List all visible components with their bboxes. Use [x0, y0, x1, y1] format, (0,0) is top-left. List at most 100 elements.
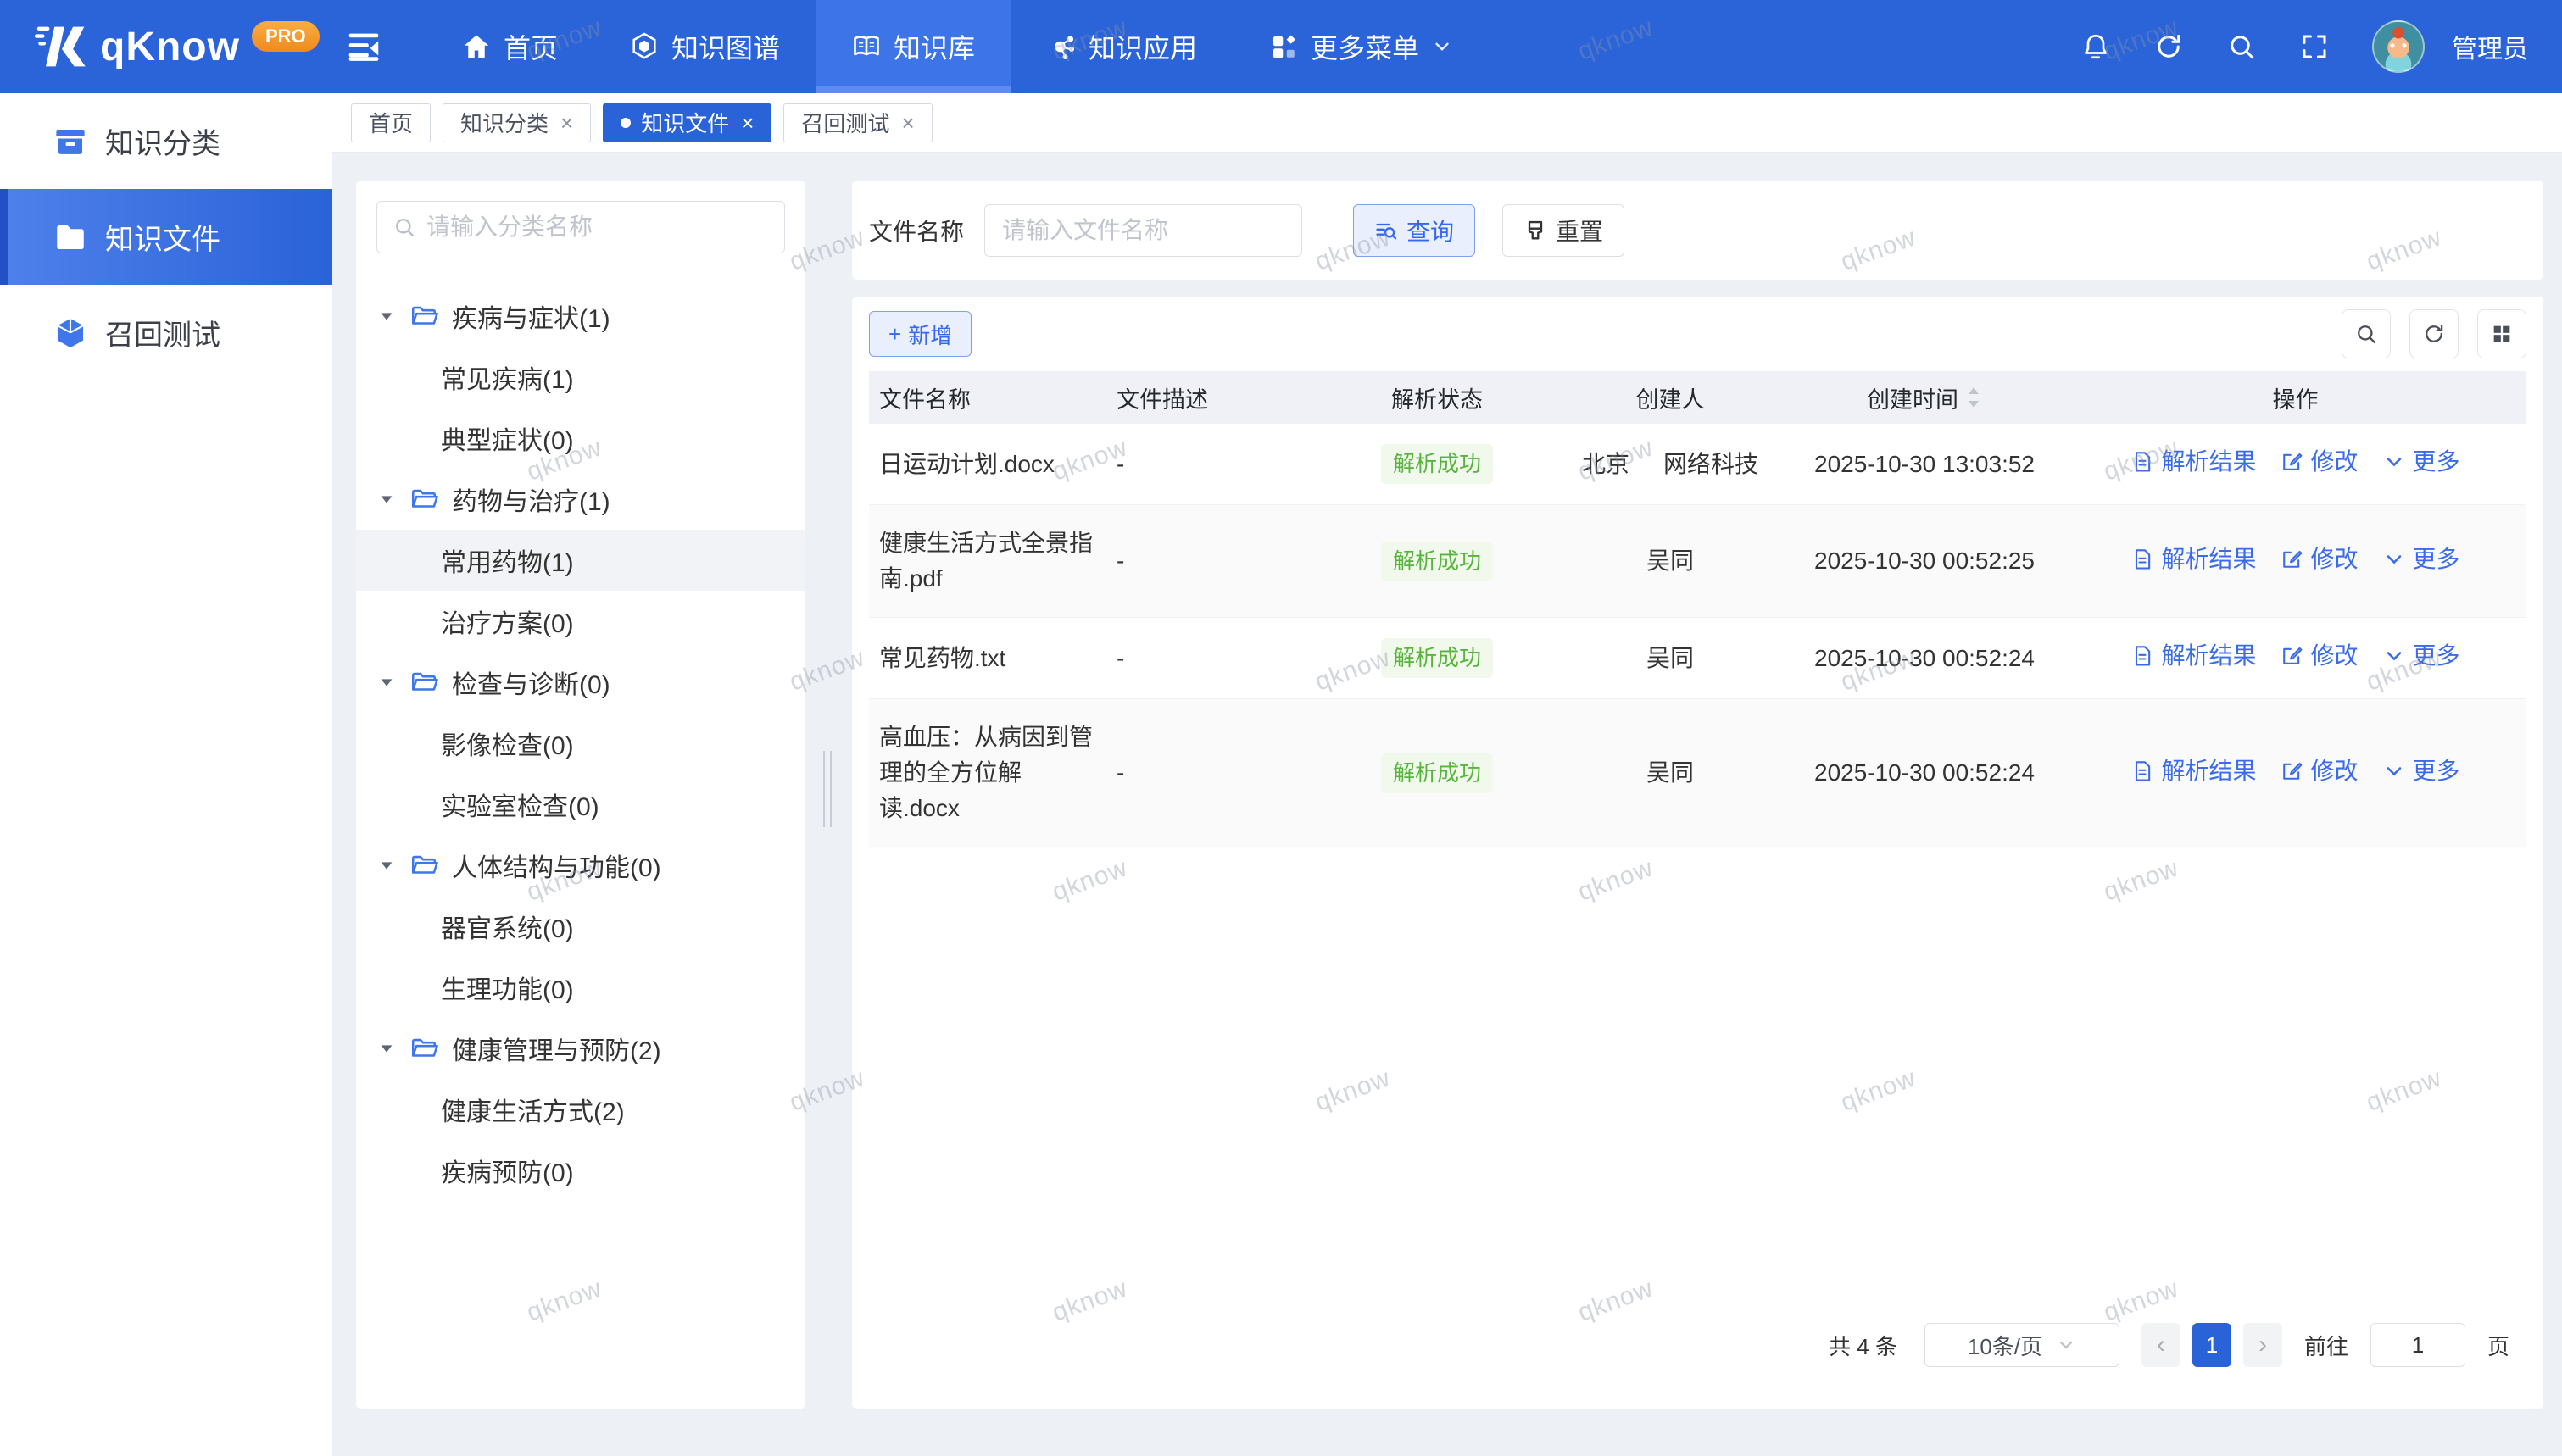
tree-node-label: 治疗方案(0) [441, 603, 574, 640]
plus-icon: + [888, 321, 901, 347]
current-page-button[interactable]: 1 [2192, 1323, 2231, 1367]
nav-item-more-menu[interactable]: 更多菜单 [1233, 0, 1489, 93]
page-size-select[interactable]: 10条/页 [1924, 1323, 2119, 1367]
tree-node-3[interactable]: 药物与治疗(1) [356, 469, 805, 530]
prev-page-button[interactable]: ‹ [2141, 1323, 2180, 1367]
parse-result-link[interactable]: 解析结果 [2130, 638, 2256, 674]
tab-label: 知识分类 [460, 107, 549, 138]
nav-item-home[interactable]: 首页 [426, 0, 593, 93]
parse-result-link[interactable]: 解析结果 [2130, 444, 2256, 480]
table-toolbar: + 新增 [852, 297, 2543, 371]
tree-node-0[interactable]: 疾病与症状(1) [356, 286, 805, 347]
category-icon [53, 124, 88, 159]
chevron-down-icon [2382, 450, 2406, 474]
creator-cell: 吴同 [1556, 641, 1785, 676]
search-icon[interactable] [2226, 31, 2257, 62]
tree-node-14[interactable]: 疾病预防(0) [356, 1140, 805, 1201]
next-page-button[interactable]: › [2243, 1323, 2282, 1367]
folder-open-icon [409, 1034, 438, 1063]
file-name-input[interactable] [984, 204, 1302, 257]
reset-button[interactable]: 重置 [1502, 204, 1624, 257]
refresh-icon[interactable] [2153, 31, 2184, 62]
edit-link[interactable]: 修改 [2280, 444, 2358, 480]
more-link[interactable]: 更多 [2382, 753, 2460, 789]
tab-1[interactable]: 知识分类 × [443, 103, 591, 142]
workspace: 疾病与症状(1) 常见疾病(1) 典型症状(0) 药物与治疗(1)常用药物(1) 治疗方… [332, 153, 2562, 1456]
app-sidebar: 知识分类知识文件召回测试 [0, 93, 332, 1456]
caret-down-icon[interactable] [377, 490, 396, 508]
tree-node-label: 典型症状(0) [441, 420, 574, 457]
sidebar-item-label: 知识文件 [105, 216, 220, 258]
brush-icon [1523, 219, 1547, 242]
user-name[interactable]: 管理员 [2452, 28, 2528, 65]
parse-result-link[interactable]: 解析结果 [2130, 542, 2256, 577]
column-header-4[interactable]: 创建时间 [1785, 381, 2064, 414]
nav-item-knowledge-graph[interactable]: 知识图谱 [593, 0, 816, 93]
parse-result-link[interactable]: 解析结果 [2130, 753, 2256, 789]
caret-down-icon[interactable] [377, 307, 396, 325]
creator-text: 北京 [1582, 451, 1629, 477]
close-icon[interactable]: × [741, 112, 754, 134]
tree-node-7[interactable]: 影像检查(0) [356, 713, 805, 774]
sidebar-item-cube[interactable]: 召回测试 [0, 285, 332, 381]
file-desc-cell: - [1106, 755, 1318, 791]
tree-node-12[interactable]: 健康管理与预防(2) [356, 1018, 805, 1079]
user-avatar[interactable] [2372, 20, 2425, 73]
tab-0[interactable]: 首页 [351, 103, 431, 142]
tree-node-9[interactable]: 人体结构与功能(0) [356, 835, 805, 896]
column-header-5: 操作 [2064, 381, 2526, 414]
tree-node-label: 疾病与症状(1) [452, 297, 610, 335]
tab-2[interactable]: 知识文件× [603, 103, 771, 142]
column-label: 文件描述 [1117, 387, 1208, 413]
table-search-button[interactable] [2342, 309, 2391, 358]
column-header-2: 解析状态 [1318, 381, 1556, 414]
nav-item-label: 首页 [504, 27, 558, 66]
close-icon[interactable]: × [901, 112, 914, 134]
tree-search-input[interactable] [426, 214, 769, 241]
collapse-menu-icon[interactable] [344, 27, 383, 66]
sidebar-item-category[interactable]: 知识分类 [0, 93, 332, 189]
table-refresh-button[interactable] [2409, 309, 2459, 358]
tree-node-6[interactable]: 检查与诊断(0) [356, 652, 805, 713]
nav-item-knowledge-base[interactable]: 知识库 [816, 0, 1011, 93]
tree-node-1[interactable]: 常见疾病(1) [356, 347, 805, 408]
tree-node-10[interactable]: 器官系统(0) [356, 896, 805, 957]
column-label: 操作 [2273, 387, 2319, 413]
tree-node-2[interactable]: 典型症状(0) [356, 408, 805, 469]
edit-link[interactable]: 修改 [2280, 638, 2358, 674]
edit-link[interactable]: 修改 [2280, 542, 2358, 577]
tree-node-5[interactable]: 治疗方案(0) [356, 591, 805, 652]
add-file-button[interactable]: + 新增 [869, 311, 972, 357]
query-button[interactable]: 查询 [1353, 204, 1475, 257]
tree-node-11[interactable]: 生理功能(0) [356, 957, 805, 1018]
tree-node-13[interactable]: 健康生活方式(2) [356, 1079, 805, 1140]
more-link[interactable]: 更多 [2382, 542, 2460, 577]
notification-bell-icon[interactable] [2080, 31, 2111, 62]
tree-node-4[interactable]: 常用药物(1) [356, 530, 805, 591]
cube-icon [53, 315, 88, 351]
tab-3[interactable]: 召回测试× [783, 103, 932, 142]
panel-splitter-handle[interactable] [819, 751, 836, 827]
caret-down-icon[interactable] [377, 1039, 396, 1058]
tree-node-8[interactable]: 实验室检查(0) [356, 774, 805, 835]
caret-down-icon[interactable] [377, 856, 396, 875]
more-link[interactable]: 更多 [2382, 444, 2460, 480]
brand-logo[interactable]: qKnow PRO [32, 17, 337, 76]
edit-link[interactable]: 修改 [2280, 753, 2358, 789]
close-icon[interactable]: × [560, 112, 573, 134]
creator-cell: 北京网络科技 [1556, 447, 1785, 482]
goto-page-input[interactable] [2370, 1323, 2465, 1367]
chevron-down-icon [2056, 1335, 2076, 1355]
status-badge: 解析成功 [1381, 638, 1493, 678]
sidebar-item-folder[interactable]: 知识文件 [0, 189, 332, 285]
more-link[interactable]: 更多 [2382, 638, 2460, 674]
search-list-icon [1374, 219, 1398, 242]
parse-status-cell: 解析成功 [1318, 444, 1556, 484]
nav-item-label: 知识应用 [1089, 27, 1197, 66]
creator-cell: 吴同 [1556, 755, 1785, 791]
fullscreen-icon[interactable] [2299, 31, 2330, 62]
nav-item-knowledge-app[interactable]: 知识应用 [1011, 0, 1233, 93]
table-layout-button[interactable] [2477, 309, 2526, 358]
caret-down-icon[interactable] [377, 673, 396, 692]
sort-icon[interactable] [1965, 386, 1982, 409]
